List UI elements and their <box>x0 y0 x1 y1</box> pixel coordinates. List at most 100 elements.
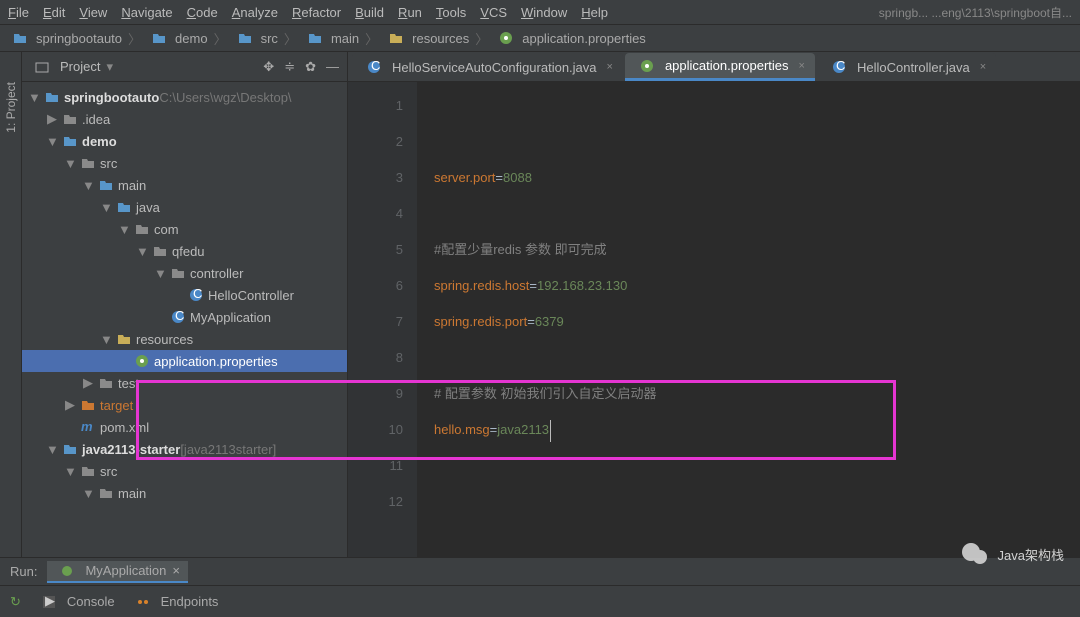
line-number: 3 <box>348 160 403 196</box>
folder-blue-icon <box>98 177 114 193</box>
props-icon <box>498 30 514 46</box>
tree-label: java2113-starter <box>82 442 180 457</box>
rerun-icon[interactable]: ↻ <box>10 594 21 610</box>
tree-item-src[interactable]: ▼ src <box>22 152 347 174</box>
tree-label: HelloController <box>208 288 294 303</box>
code-line-12 <box>434 484 1080 520</box>
menu-refactor[interactable]: Refactor <box>292 5 341 20</box>
tree-label: pom.xml <box>100 420 149 435</box>
menu-navigate[interactable]: Navigate <box>121 5 172 20</box>
close-icon[interactable]: × <box>799 60 805 72</box>
sidebar-title: Project <box>60 59 100 74</box>
menu-window[interactable]: Window <box>521 5 567 20</box>
project-view-selector[interactable]: Project ▾ <box>30 59 113 75</box>
tab-label: HelloServiceAutoConfiguration.java <box>392 60 597 75</box>
menu-vcs[interactable]: VCS <box>480 5 507 20</box>
locate-icon[interactable]: ✥ <box>263 59 274 75</box>
collapse-icon[interactable]: ≑ <box>284 59 295 75</box>
line-number: 9 <box>348 376 403 412</box>
settings-icon[interactable]: ✿ <box>305 59 316 75</box>
folder-grey-icon <box>152 243 168 259</box>
tree-item-target[interactable]: ▶target <box>22 394 347 416</box>
menu-view[interactable]: View <box>79 5 107 20</box>
line-number: 1 <box>348 88 403 124</box>
endpoints-tab[interactable]: Endpoints <box>131 594 219 610</box>
text-cursor <box>550 420 551 442</box>
menu-run[interactable]: Run <box>398 5 422 20</box>
tree-suffix: [java2113starter] <box>180 442 276 457</box>
menu-edit[interactable]: Edit <box>43 5 65 20</box>
code-line-3: server.port=8088 <box>434 160 1080 196</box>
code-line-6: spring.redis.host=192.168.23.130 <box>434 268 1080 304</box>
folder-orange-icon <box>80 397 96 413</box>
tree-arrow-icon: ▼ <box>82 178 94 193</box>
close-icon[interactable]: × <box>607 61 613 73</box>
tree-item-pom-xml[interactable]: mpom.xml <box>22 416 347 438</box>
tree-item-demo[interactable]: ▼demo <box>22 130 347 152</box>
folder-grey-icon <box>134 221 150 237</box>
tree-arrow-icon: ▼ <box>64 156 76 171</box>
folder-grey-icon <box>170 265 186 281</box>
editor-tab-application.properties[interactable]: application.properties × <box>625 53 815 81</box>
tree-item-main[interactable]: ▼main <box>22 482 347 504</box>
tree-item-controller[interactable]: ▼controller <box>22 262 347 284</box>
breadcrumb-src[interactable]: src <box>233 30 278 46</box>
menu-tools[interactable]: Tools <box>436 5 466 20</box>
menu-help[interactable]: Help <box>581 5 608 20</box>
tree-item-main[interactable]: ▼main <box>22 174 347 196</box>
menu-bar: File Edit View Navigate Code Analyze Refactor B… <box>0 0 1080 24</box>
tree-item-qfedu[interactable]: ▼qfedu <box>22 240 347 262</box>
breadcrumb-springbootauto[interactable]: springbootauto <box>8 30 122 46</box>
run-config-tab[interactable]: MyApplication × <box>47 561 188 583</box>
editor-area: CHelloServiceAutoConfiguration.java×appl… <box>348 52 1080 557</box>
console-tab[interactable]: ▶ Console <box>37 594 115 610</box>
tree-label: application.properties <box>154 354 278 369</box>
line-number: 4 <box>348 196 403 232</box>
menu-analyze[interactable]: Analyze <box>232 5 278 20</box>
chevron-right-icon: 〉 <box>365 29 378 48</box>
svg-text:C: C <box>193 288 202 301</box>
close-icon[interactable]: × <box>980 61 986 73</box>
code-content[interactable]: server.port=8088 #配置少量redis 参数 即可完成sprin… <box>418 82 1080 557</box>
tree-item--idea[interactable]: ▶.idea <box>22 108 347 130</box>
main-body: 1: Project Project ▾ ✥ ≑ ✿ — ▼springboot… <box>0 52 1080 557</box>
bottom-tool-bar: ↻ ▶ Console Endpoints <box>0 585 1080 617</box>
breadcrumb-demo[interactable]: demo <box>147 30 208 46</box>
line-gutter: 123456789101112 <box>348 82 418 557</box>
tree-item-MyApplication[interactable]: CMyApplication <box>22 306 347 328</box>
tree-label: src <box>100 156 117 171</box>
run-tool-bar: Run: MyApplication × <box>0 557 1080 585</box>
tree-item-application-properties[interactable]: application.properties <box>22 350 347 372</box>
close-icon[interactable]: × <box>172 563 180 578</box>
tree-label: qfedu <box>172 244 205 259</box>
tree-item-HelloController[interactable]: C HelloController <box>22 284 347 306</box>
line-number: 2 <box>348 124 403 160</box>
folder-grey-icon <box>98 485 114 501</box>
tree-item-src[interactable]: ▼src <box>22 460 347 482</box>
folder-root-icon <box>44 89 60 105</box>
folder-blue-icon <box>116 199 132 215</box>
hide-icon[interactable]: — <box>326 59 339 75</box>
breadcrumb-application.properties[interactable]: application.properties <box>494 30 646 46</box>
tree-item-com[interactable]: ▼com <box>22 218 347 240</box>
tree-item-test[interactable]: ▶test <box>22 372 347 394</box>
breadcrumb-resources[interactable]: resources <box>384 30 469 46</box>
tab-label: application.properties <box>665 58 789 73</box>
line-number: 10 <box>348 412 403 448</box>
tree-arrow-icon: ▼ <box>64 464 76 479</box>
tree-item-java2113-starter[interactable]: ▼java2113-starter [java2113starter] <box>22 438 347 460</box>
project-tree: ▼springbootauto C:\Users\wgz\Desktop\▶.i… <box>22 82 347 557</box>
menu-code[interactable]: Code <box>187 5 218 20</box>
tree-item-springbootauto[interactable]: ▼springbootauto C:\Users\wgz\Desktop\ <box>22 86 347 108</box>
code-line-5: #配置少量redis 参数 即可完成 <box>434 232 1080 268</box>
breadcrumb-main[interactable]: main <box>303 30 359 46</box>
line-number: 8 <box>348 340 403 376</box>
menu-file[interactable]: File <box>8 5 29 20</box>
project-tool-button[interactable]: 1: Project <box>4 82 18 133</box>
editor-tab-HelloController.java[interactable]: CHelloController.java× <box>817 53 996 81</box>
tree-item-java[interactable]: ▼java <box>22 196 347 218</box>
editor-tab-HelloServiceAutoConfiguration.java[interactable]: CHelloServiceAutoConfiguration.java× <box>352 53 623 81</box>
tree-item-resources[interactable]: ▼resources <box>22 328 347 350</box>
menu-build[interactable]: Build <box>355 5 384 20</box>
project-icon <box>34 59 50 75</box>
